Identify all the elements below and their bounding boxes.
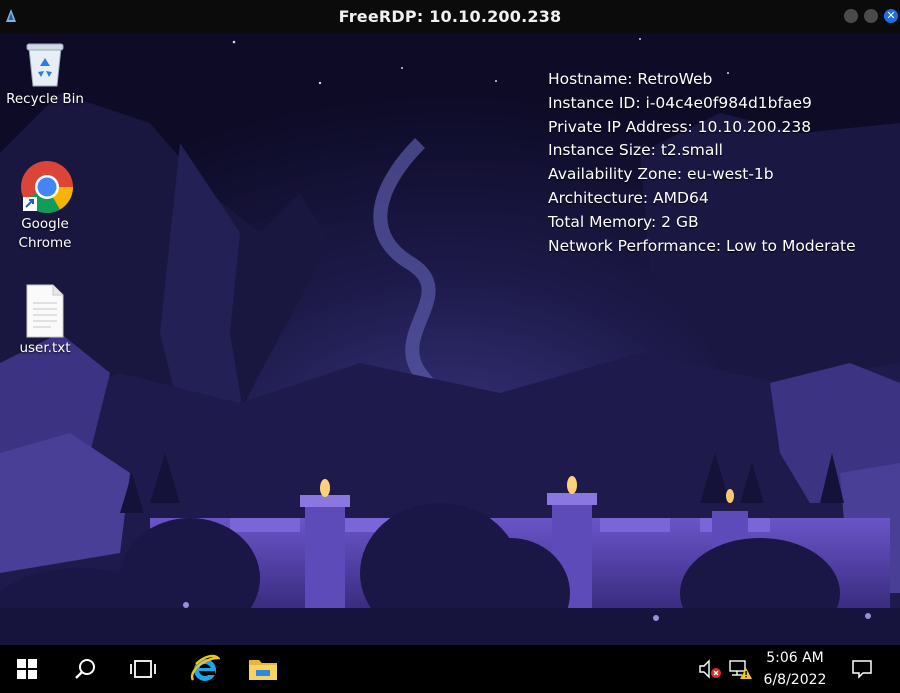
- start-button[interactable]: [0, 645, 54, 693]
- clock-time[interactable]: 5:06 AM: [758, 650, 832, 666]
- bginfo-availability-zone: Availability Zone: eu-west-1b: [548, 165, 774, 184]
- file-explorer-icon: [249, 660, 277, 680]
- internet-explorer-button[interactable]: [178, 645, 232, 693]
- bginfo-private-ip: Private IP Address: 10.10.200.238: [548, 117, 812, 136]
- speaker-muted-icon: [699, 659, 721, 679]
- text-file-icon: [26, 284, 64, 338]
- bginfo-instance-size: Instance Size: t2.small: [548, 141, 723, 160]
- window-title: FreeRDP: 10.10.200.238: [338, 7, 562, 26]
- bginfo-architecture: Architecture: AMD64: [548, 188, 709, 207]
- user-txt-label: user.txt: [19, 340, 71, 356]
- task-view-icon: [130, 660, 156, 678]
- chrome-icon: [21, 161, 73, 213]
- clock-date[interactable]: 6/8/2022: [758, 672, 832, 688]
- start-windows-icon: [17, 659, 37, 679]
- desktop-icon-recycle-bin[interactable]: Recycle Bin: [6, 38, 84, 109]
- file-explorer-button[interactable]: [236, 645, 290, 693]
- bginfo-hostname: Hostname: RetroWeb: [548, 70, 713, 88]
- rdp-titlebar[interactable]: FreeRDP: 10.10.200.238 ✕: [0, 0, 900, 33]
- network-warning-icon: [729, 660, 752, 679]
- bginfo-panel: Hostname: RetroWeb Instance ID: i-04c4e0…: [548, 68, 856, 258]
- desktop[interactable]: Recycle Bin Google Chrome user.txt Hostn…: [0, 33, 900, 645]
- recycle-bin-label: Recycle Bin: [6, 91, 84, 107]
- internet-explorer-icon: [190, 654, 220, 681]
- notifications-button[interactable]: [840, 645, 884, 693]
- chrome-label-line2: Chrome: [18, 235, 72, 251]
- search-button[interactable]: [58, 645, 112, 693]
- search-icon: [75, 659, 95, 679]
- minimize-button[interactable]: [844, 9, 858, 23]
- bginfo-total-memory: Total Memory: 2 GB: [548, 212, 699, 231]
- network-button[interactable]: [722, 645, 758, 693]
- bginfo-instance-id: Instance ID: i-04c4e0f984d1bfae9: [548, 93, 812, 112]
- task-view-button[interactable]: [116, 645, 170, 693]
- desktop-icon-user-txt[interactable]: user.txt: [6, 283, 84, 358]
- maximize-button[interactable]: [864, 9, 878, 23]
- close-button[interactable]: ✕: [884, 9, 898, 23]
- notifications-icon: [852, 660, 872, 679]
- chrome-label-line1: Google: [21, 216, 69, 232]
- bginfo-network-performance: Network Performance: Low to Moderate: [548, 236, 856, 255]
- recycle-bin-icon: [26, 43, 64, 87]
- taskbar[interactable]: 5:06 AM 6/8/2022: [0, 645, 900, 693]
- desktop-icon-google-chrome[interactable]: Google Chrome: [6, 159, 84, 253]
